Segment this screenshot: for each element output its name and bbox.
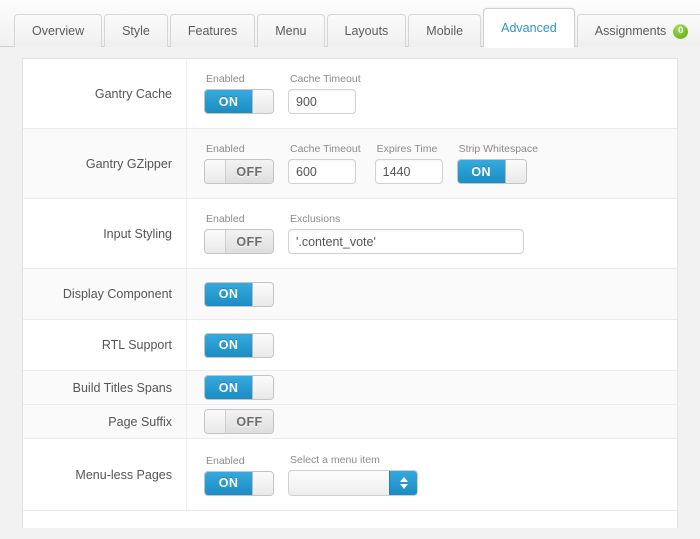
toggle-gzipper-enabled[interactable]: OFF [204,159,274,184]
toggle-knob [205,160,226,183]
tab-bar: Overview Style Features Menu Layouts Mob… [0,0,700,48]
field-label-cache-timeout: Cache Timeout [290,143,361,155]
toggle-state-label: ON [205,90,252,113]
row-fields-input-styling: Enabled OFF Exclusions [186,213,524,254]
toggle-knob [252,90,273,113]
row-fields-page-suffix: OFF [186,409,274,434]
tab-label: Layouts [344,24,389,38]
toggle-knob [252,471,273,495]
toggle-state-label: ON [205,282,252,306]
select-menu-item[interactable] [288,469,418,496]
tab-mobile[interactable]: Mobile [408,14,482,47]
row-fields-rtl-support: ON [186,332,274,358]
toggle-gantry-cache-enabled[interactable]: ON [204,89,274,114]
tab-layouts[interactable]: Layouts [326,14,407,47]
row-label-gantry-gzipper: Gantry GZipper [85,156,172,171]
field-label-enabled: Enabled [206,73,245,85]
toggle-knob [504,160,526,183]
row-fields-gantry-gzipper: Enabled OFF Cache Timeout Expires Time S… [186,143,538,184]
row-label-menu-less-pages: Menu-less Pages [75,467,172,482]
field-input-styling-exclusions: Exclusions [288,213,524,254]
field-label-exclusions: Exclusions [290,213,341,225]
input-gantry-cache-timeout[interactable] [288,89,356,114]
toggle-state-label: OFF [226,230,273,253]
field-menu-less-enabled: Enabled ON [204,455,274,496]
toggle-state-label: ON [205,333,252,357]
tab-label: Advanced [501,21,557,35]
tab-style[interactable]: Style [104,14,168,47]
row-label-rtl-support: RTL Support [101,338,172,352]
tab-label: Style [122,24,150,38]
toggle-gzipper-strip-whitespace[interactable]: ON [456,159,527,184]
input-gzipper-cache-timeout[interactable] [288,159,356,184]
tab-assignments[interactable]: Assignments 0 [576,14,700,47]
toggle-state-label: OFF [226,410,273,433]
toggle-state-label: ON [205,376,252,399]
select-stepper-icon[interactable] [389,470,417,495]
field-label-enabled: Enabled [206,454,245,467]
toggle-page-suffix[interactable]: OFF [204,409,274,434]
row-fields-menu-less-pages: Enabled ON Select a menu item [186,454,418,496]
row-input-styling: Input Styling Enabled OFF Exclusions [23,199,677,269]
toggle-knob [252,333,273,357]
field-label-enabled: Enabled [206,213,245,225]
row-label-build-titles-spans: Build Titles Spans [72,380,172,395]
tab-overview[interactable]: Overview [14,14,103,47]
field-input-styling-enabled: Enabled OFF [204,213,274,254]
tab-menu[interactable]: Menu [257,14,325,47]
settings-panel: Gantry Cache Enabled ON Cache Timeout Ga… [22,58,678,528]
input-exclusions[interactable] [288,229,524,254]
toggle-knob [205,230,226,253]
row-label-gantry-cache: Gantry Cache [94,86,172,101]
input-gzipper-expires-time[interactable] [374,159,443,184]
field-label-expires-time: Expires Time [376,143,438,155]
toggle-knob [205,410,226,433]
toggle-state-label: ON [205,471,252,495]
tab-advanced[interactable]: Advanced [483,8,575,48]
toggle-display-component[interactable]: ON [204,281,274,307]
row-rtl-support: RTL Support ON [23,320,677,371]
toggle-build-titles-spans[interactable]: ON [204,375,274,400]
field-label-enabled: Enabled [206,143,245,155]
tab-label: Mobile [426,24,464,38]
field-gantry-cache-timeout: Cache Timeout [288,73,361,114]
row-label-input-styling: Input Styling [103,226,172,241]
chevron-up-icon [399,476,408,482]
field-gzipper-cache-timeout: Cache Timeout [288,143,361,184]
toggle-input-styling-enabled[interactable]: OFF [204,229,274,254]
toggle-menu-less-enabled[interactable]: ON [204,470,274,496]
row-gantry-cache: Gantry Cache Enabled ON Cache Timeout [23,59,677,129]
toggle-rtl-support[interactable]: ON [204,332,274,358]
tab-label: Features [187,24,238,38]
toggle-knob [252,376,273,399]
advanced-settings-screen: Overview Style Features Menu Layouts Mob… [0,0,700,539]
tab-label: Assignments [594,24,667,38]
assignments-count-badge: 0 [673,23,689,39]
toggle-knob [252,282,273,306]
field-label-strip-whitespace: Strip Whitespace [458,143,538,155]
toggle-state-label: OFF [226,160,273,183]
row-display-component: Display Component ON [23,269,677,320]
chevron-down-icon [399,483,408,489]
field-label-cache-timeout: Cache Timeout [290,73,361,85]
row-menu-less-pages: Menu-less Pages Enabled ON Select a menu… [23,439,677,511]
row-label-display-component: Display Component [62,287,172,301]
field-label-select-menu-item: Select a menu item [290,453,380,466]
row-fields-display-component: ON [186,281,274,307]
row-build-titles-spans: Build Titles Spans ON [23,371,677,405]
row-fields-gantry-cache: Enabled ON Cache Timeout [186,73,361,114]
toggle-state-label: ON [457,160,505,183]
field-gzipper-enabled: Enabled OFF [204,143,274,184]
field-gantry-cache-enabled: Enabled ON [204,73,274,114]
tab-features[interactable]: Features [169,14,256,47]
tab-label: Menu [275,24,307,38]
field-gzipper-strip-whitespace: Strip Whitespace ON [456,143,538,184]
tab-label: Overview [32,24,85,38]
field-menu-item-select: Select a menu item [288,454,418,496]
row-label-page-suffix: Page Suffix [108,414,172,429]
field-gzipper-expires-time: Expires Time [374,143,443,184]
row-fields-build-titles-spans: ON [186,375,274,400]
row-page-suffix: Page Suffix OFF [23,405,677,439]
row-gantry-gzipper: Gantry GZipper Enabled OFF Cache Timeout… [23,129,677,199]
